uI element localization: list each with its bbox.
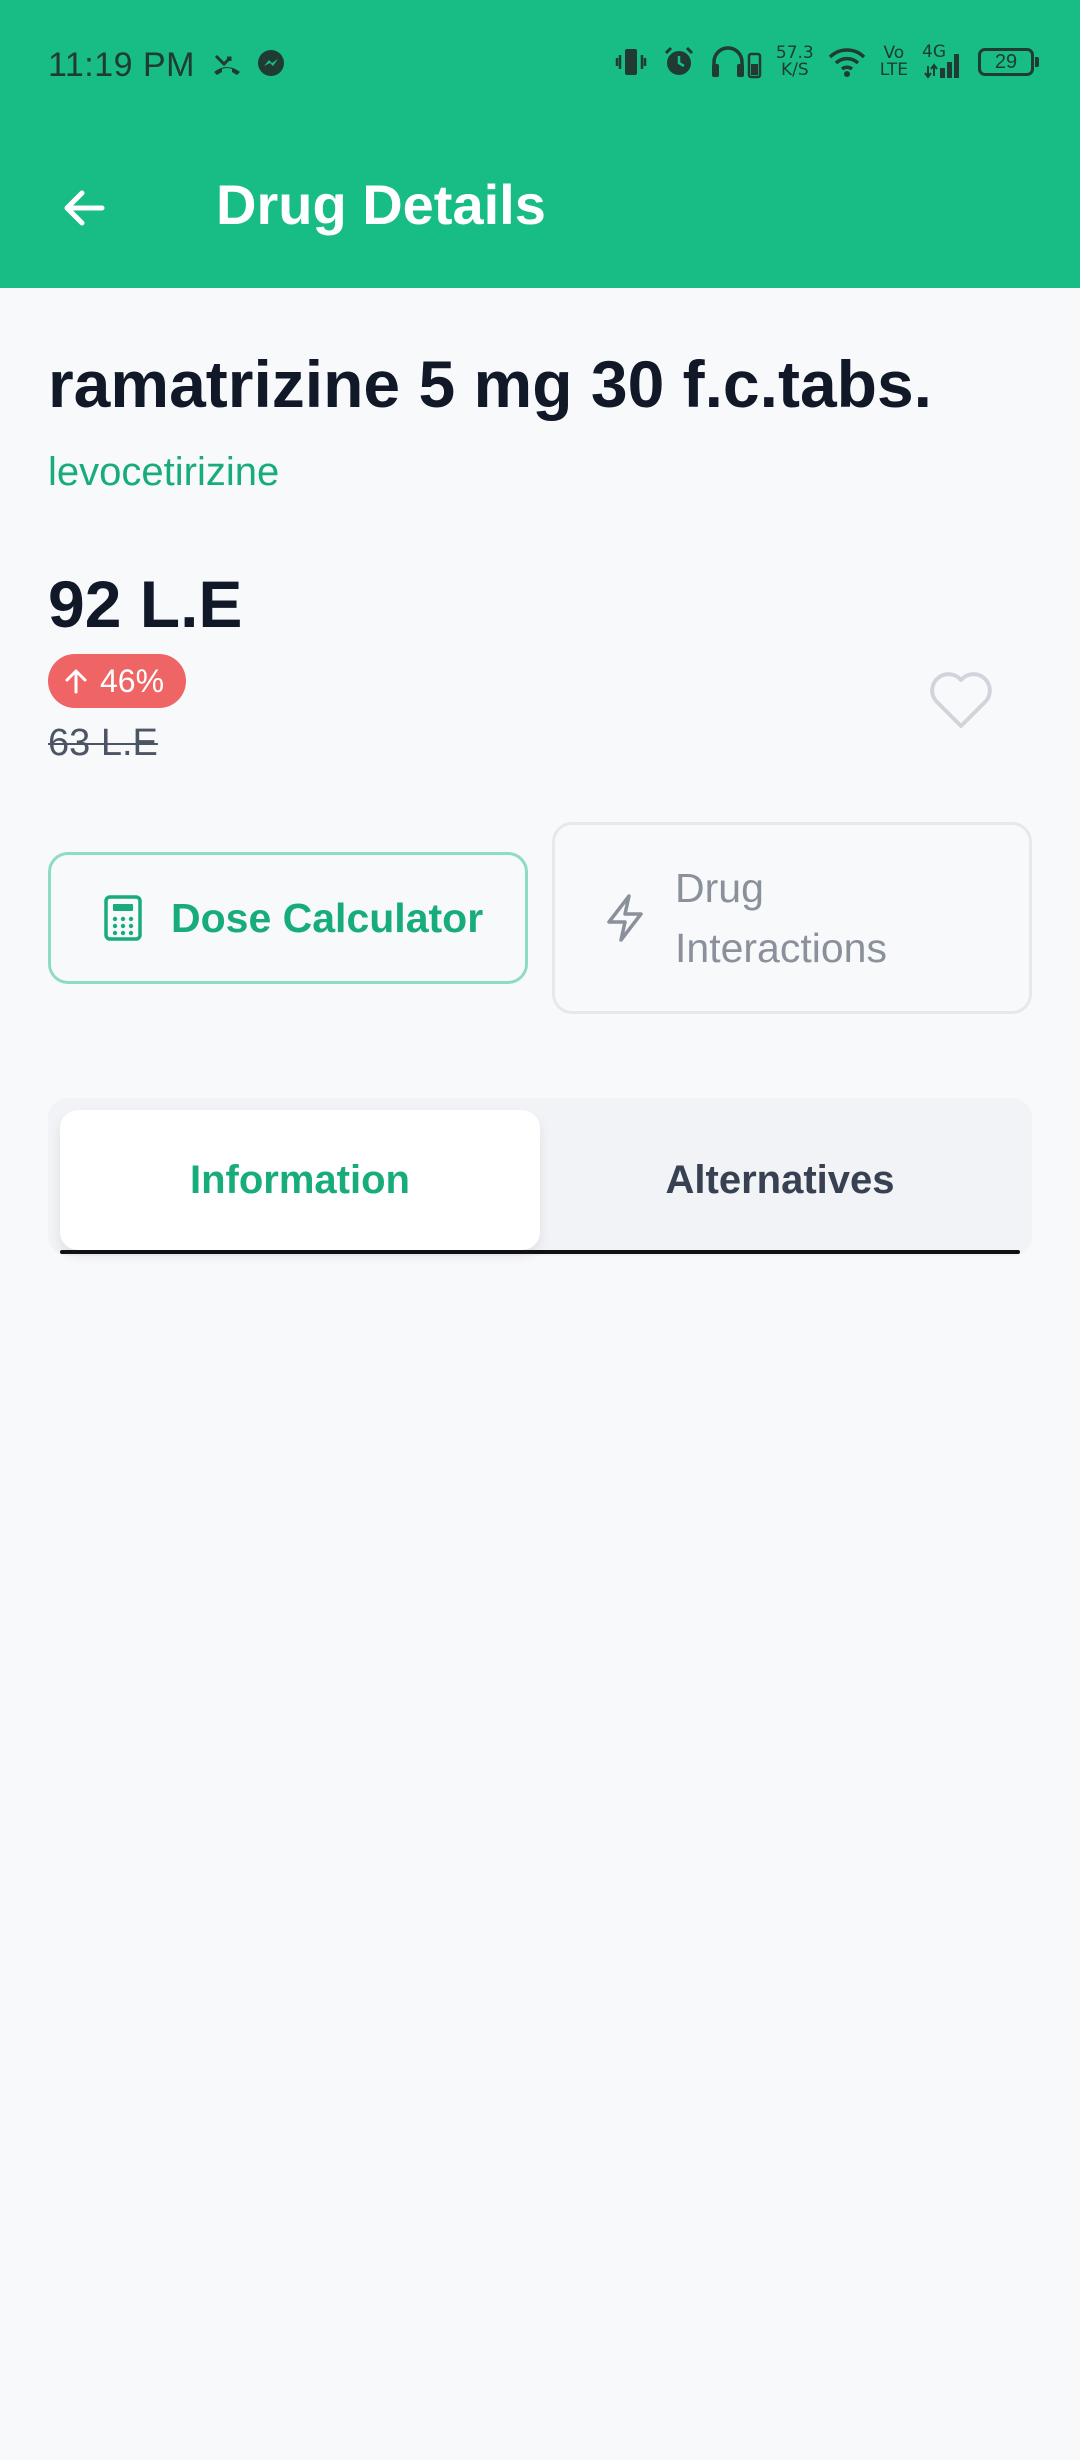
drug-interactions-button[interactable]: Drug Interactions	[552, 822, 1032, 1014]
tab-alternatives[interactable]: Alternatives	[540, 1110, 1020, 1250]
status-left-icons	[212, 48, 286, 78]
alarm-icon	[664, 46, 693, 75]
old-price: 63 L.E	[48, 722, 158, 764]
lightning-icon	[607, 894, 643, 942]
back-button[interactable]	[54, 178, 114, 238]
volte-indicator: Vo LTE	[880, 45, 908, 79]
headphones-battery-icon	[711, 46, 762, 79]
tab-underline	[60, 1250, 1020, 1254]
favorite-button[interactable]	[926, 668, 996, 732]
drug-interactions-label-line2: Interactions	[675, 925, 887, 971]
price-change-percent: 46%	[100, 662, 165, 699]
status-bar: 11:19 PM 57.3 K/S Vo LTE 4G 29	[0, 0, 1080, 134]
vibrate-icon	[615, 49, 647, 75]
dose-calculator-button[interactable]: Dose Calculator	[48, 852, 528, 984]
arrow-up-icon	[65, 669, 87, 694]
current-price: 92 L.E	[48, 567, 243, 641]
signal-icon	[924, 54, 959, 79]
drug-interactions-label-line1: Drug	[675, 865, 764, 911]
volte-bottom: LTE	[879, 60, 908, 80]
generic-name: levocetirizine	[48, 450, 280, 494]
battery-icon: 29	[978, 48, 1039, 76]
missed-call-icon	[214, 54, 240, 75]
tab-bar: Information Alternatives	[48, 1098, 1032, 1256]
network-speed-unit: K/S	[780, 60, 809, 80]
drug-interactions-label: Drug Interactions	[675, 858, 935, 978]
app-bar: Drug Details	[0, 134, 1080, 288]
signal-group: 4G	[922, 44, 964, 80]
price-change-badge: 46%	[48, 654, 187, 708]
messenger-icon	[258, 50, 284, 76]
drug-name: ramatrizine 5 mg 30 f.c.tabs.	[48, 347, 933, 421]
tab-information[interactable]: Information	[60, 1110, 540, 1250]
dose-calculator-label: Dose Calculator	[171, 894, 484, 941]
page-title: Drug Details	[216, 173, 546, 236]
calculator-icon	[104, 895, 142, 941]
wifi-icon	[828, 48, 865, 77]
status-right-icons: 57.3 K/S Vo LTE 4G 29	[614, 44, 1039, 80]
heart-icon	[930, 672, 992, 728]
network-speed: 57.3 K/S	[776, 45, 814, 79]
status-time: 11:19 PM	[48, 46, 196, 84]
arrow-left-icon	[64, 190, 105, 226]
